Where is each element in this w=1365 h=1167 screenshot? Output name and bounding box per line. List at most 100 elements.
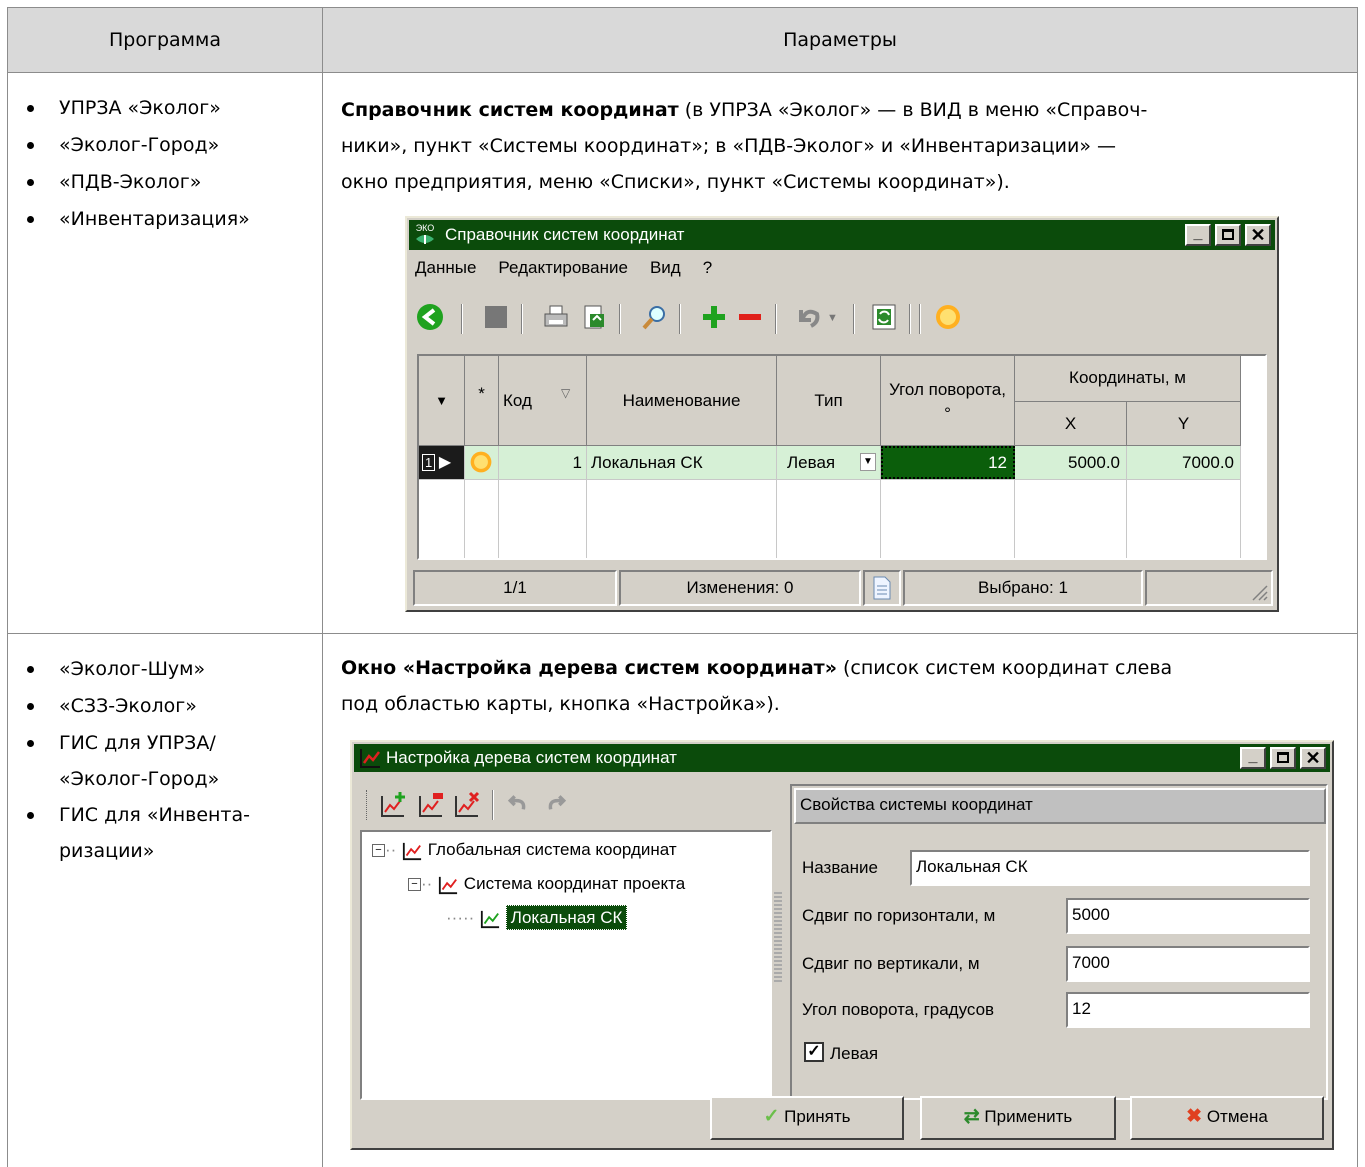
coord-tree-window: Настройка дерева систем координат _ ✕ − ·… bbox=[350, 740, 1334, 1150]
coord-tree-app-icon bbox=[358, 747, 382, 774]
grid-header-code[interactable]: Код ▽ bbox=[499, 356, 587, 446]
toolbar-separator bbox=[775, 304, 777, 334]
hshift-label: Сдвиг по горизонтали, м bbox=[802, 906, 996, 925]
row2-description-text: (список систем координат слева bbox=[836, 657, 1173, 679]
remove-icon[interactable] bbox=[735, 302, 767, 334]
toolbar-separator bbox=[853, 304, 855, 334]
table-border-left bbox=[7, 7, 8, 1167]
grid-header-coords: Координаты, м bbox=[1015, 356, 1241, 402]
window-title: Настройка дерева систем координат bbox=[386, 748, 677, 767]
undo-icon[interactable] bbox=[793, 302, 825, 334]
add-node-icon[interactable] bbox=[378, 790, 410, 822]
undo-dropdown-icon[interactable]: ▼ bbox=[827, 302, 843, 334]
cell-code[interactable]: 1 bbox=[499, 446, 587, 479]
menu-view[interactable]: Вид bbox=[650, 258, 681, 278]
hshift-field[interactable]: 5000 bbox=[1066, 898, 1310, 934]
coord-systems-grid: ▼ * Код ▽ Наименование Тип Угол поворота,… bbox=[417, 354, 1267, 560]
table-row[interactable]: 1 ▶ 1 Локальная СК Левая ▼ 12 5000.0 7000… bbox=[419, 446, 1241, 480]
dropdown-arrow-icon[interactable]: ▼ bbox=[860, 453, 876, 471]
left-checkbox[interactable]: ✓ bbox=[804, 1042, 824, 1062]
row1-description-text: (в УПРЗА «Эколог» — в ВИД в меню «Справо… bbox=[678, 99, 1148, 121]
menu-bar: Данные Редактирование Вид? bbox=[415, 258, 734, 288]
toolbar-separator bbox=[521, 304, 523, 334]
coord-systems-window: ЭКО Справочник систем координат _ ✕ Данн… bbox=[405, 216, 1279, 612]
row-sun-icon bbox=[465, 446, 499, 479]
document-table: Программа Параметры УПРЗА «Эколог» «Экол… bbox=[0, 0, 1365, 1167]
collapse-icon[interactable]: − bbox=[408, 878, 421, 892]
close-button[interactable]: ✕ bbox=[1300, 747, 1326, 769]
redo-icon[interactable] bbox=[542, 792, 574, 824]
angle-field[interactable]: 12 bbox=[1066, 992, 1310, 1028]
coord-system-icon bbox=[480, 910, 500, 928]
accept-button[interactable]: ✓ Принять bbox=[710, 1096, 904, 1140]
tree-node-project[interactable]: − ·· Система координат проекта bbox=[408, 874, 685, 895]
status-selected: Выбрано: 1 bbox=[903, 570, 1143, 606]
toolbar: ▼ bbox=[413, 302, 1013, 338]
sort-icon: ▽ bbox=[561, 386, 571, 400]
collapse-icon[interactable]: − bbox=[372, 844, 385, 858]
name-label: Название bbox=[802, 858, 878, 877]
grid-row-selector-header[interactable]: ▼ bbox=[419, 356, 465, 446]
row1-description-text: окно предприятия, меню «Списки», пункт «… bbox=[341, 171, 1010, 193]
close-button[interactable]: ✕ bbox=[1245, 224, 1271, 246]
toolbar-separator bbox=[909, 304, 911, 334]
list-item: «Эколог-Шум» bbox=[22, 651, 250, 688]
list-item: УПРЗА «Эколог» bbox=[22, 90, 250, 127]
toolbar-separator bbox=[919, 304, 921, 334]
cell-y[interactable]: 7000.0 bbox=[1127, 446, 1241, 479]
row2-description-text: под областью карты, кнопка «Настройка»). bbox=[341, 693, 780, 715]
delete-node-icon[interactable] bbox=[452, 790, 484, 822]
grid-header-x[interactable]: X bbox=[1015, 402, 1127, 446]
apply-button[interactable]: ⇄ Применить bbox=[920, 1096, 1116, 1140]
angle-label: Угол поворота, градусов bbox=[802, 1000, 995, 1019]
status-bar: 1/1 Изменения: 0 Выбрано: 1 bbox=[411, 568, 1277, 608]
row1-description: Справочник систем координат (в УПРЗА «Эк… bbox=[341, 92, 1341, 200]
toolbar-separator bbox=[679, 304, 681, 334]
add-icon[interactable] bbox=[699, 302, 731, 334]
cell-name[interactable]: Локальная СК bbox=[587, 446, 777, 479]
back-icon[interactable] bbox=[415, 302, 447, 334]
undo-icon[interactable] bbox=[506, 792, 538, 824]
splitter-grip[interactable] bbox=[774, 892, 782, 982]
print-icon[interactable] bbox=[541, 302, 573, 334]
header-program: Программа bbox=[109, 29, 221, 51]
size-grip[interactable] bbox=[1145, 570, 1273, 606]
menu-edit[interactable]: Редактирование bbox=[498, 258, 628, 278]
grid-header-angle[interactable]: Угол поворота, ° bbox=[881, 356, 1015, 446]
list-item: ГИС для УПРЗА/«Эколог-Город» bbox=[22, 725, 250, 797]
menu-help[interactable]: ? bbox=[703, 258, 712, 278]
find-icon[interactable] bbox=[639, 302, 671, 334]
maximize-button[interactable] bbox=[1270, 747, 1296, 769]
name-field[interactable]: Локальная СК bbox=[910, 850, 1310, 886]
table-border-right bbox=[1357, 7, 1358, 1167]
vshift-field[interactable]: 7000 bbox=[1066, 946, 1310, 982]
sun-icon[interactable] bbox=[933, 302, 965, 334]
tree-node-local[interactable]: ····· Локальная СК bbox=[446, 905, 628, 930]
export-icon[interactable] bbox=[579, 302, 611, 334]
coord-tree-titlebar[interactable]: Настройка дерева систем координат _ ✕ bbox=[354, 744, 1330, 772]
tree-node-global[interactable]: − ·· Глобальная система координат bbox=[372, 840, 677, 861]
grid-header-y[interactable]: Y bbox=[1127, 402, 1241, 446]
list-item: «СЗЗ-Эколог» bbox=[22, 688, 250, 725]
properties-panel: Свойства системы координат Название Лока… bbox=[790, 784, 1328, 1100]
minimize-button[interactable]: _ bbox=[1185, 224, 1211, 246]
menu-data[interactable]: Данные bbox=[415, 258, 476, 278]
grid-header-name[interactable]: Наименование bbox=[587, 356, 777, 446]
cell-angle[interactable]: 12 bbox=[881, 446, 1015, 479]
toolbar-separator bbox=[619, 304, 621, 334]
edit-node-icon[interactable] bbox=[416, 790, 448, 822]
cell-x[interactable]: 5000.0 bbox=[1015, 446, 1127, 479]
check-icon: ✓ bbox=[763, 1106, 780, 1127]
row2-program-list: «Эколог-Шум» «СЗЗ-Эколог» ГИС для УПРЗА/… bbox=[22, 651, 250, 869]
maximize-button[interactable] bbox=[1215, 224, 1241, 246]
minimize-button[interactable]: _ bbox=[1240, 747, 1266, 769]
cancel-button[interactable]: ✖ Отмена bbox=[1130, 1096, 1324, 1140]
row-indicator[interactable]: 1 ▶ bbox=[419, 446, 465, 479]
coord-systems-titlebar[interactable]: ЭКО Справочник систем координат _ ✕ bbox=[409, 220, 1275, 250]
refresh-icon[interactable] bbox=[869, 302, 901, 334]
grid-header-type[interactable]: Тип bbox=[777, 356, 881, 446]
save-icon[interactable] bbox=[481, 302, 513, 334]
list-item: ГИС для «Инвента-ризации» bbox=[22, 797, 250, 869]
cell-type[interactable]: Левая ▼ bbox=[777, 446, 881, 479]
table-row-divider bbox=[7, 633, 1358, 634]
